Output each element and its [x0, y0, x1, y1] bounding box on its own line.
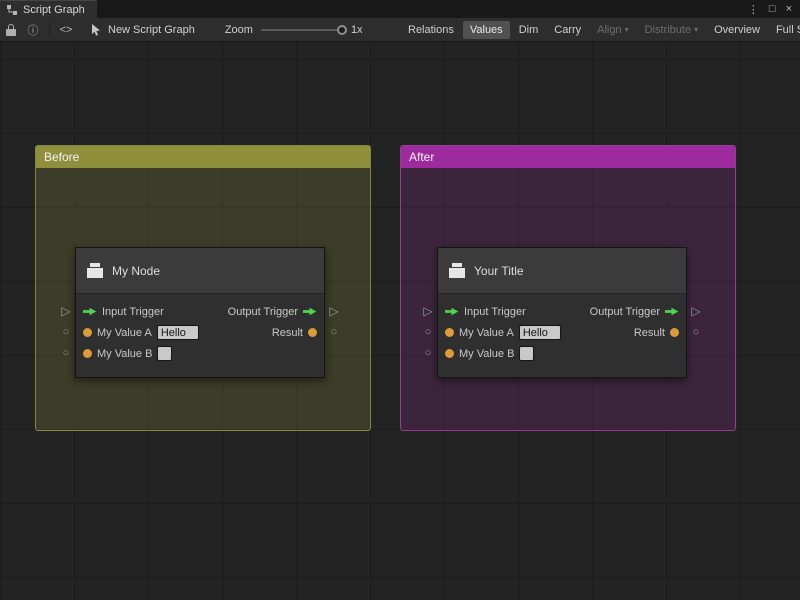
- flow-port-marker[interactable]: ▷: [689, 303, 703, 319]
- value-port-icon[interactable]: [445, 349, 454, 358]
- script-graph-tab-icon: [6, 4, 18, 16]
- relations-button[interactable]: Relations: [401, 21, 461, 39]
- distribute-button[interactable]: Distribute▾: [638, 21, 705, 39]
- tab-script-graph[interactable]: Script Graph: [0, 0, 97, 18]
- flow-port-marker[interactable]: ▷: [59, 303, 73, 319]
- port-row-value-a: My Value A Result: [438, 322, 686, 343]
- align-label: Align: [597, 24, 621, 36]
- value-a-input[interactable]: [157, 325, 199, 340]
- toolbar-separator: [49, 23, 50, 37]
- zoom-value: 1x: [351, 24, 363, 36]
- value-port-marker[interactable]: ○: [327, 324, 341, 340]
- toolbar-buttons: Relations Values Dim Carry Align ▾ Distri…: [400, 18, 800, 41]
- code-icon[interactable]: <>: [55, 18, 77, 41]
- value-port-marker[interactable]: ○: [689, 324, 703, 340]
- align-button[interactable]: Align ▾: [590, 21, 635, 39]
- window-controls: ⋮ □ ×: [740, 0, 800, 18]
- graph-canvas[interactable]: Before After My Node Input Trigger Outpu…: [0, 42, 800, 600]
- node-body: Input Trigger Output Trigger My Value A …: [438, 294, 686, 377]
- value-b-input[interactable]: [519, 346, 534, 361]
- flow-input-icon[interactable]: [445, 307, 459, 316]
- chevron-down-icon: ▾: [625, 25, 629, 34]
- node-your-title[interactable]: Your Title Input Trigger Output Trigger …: [437, 247, 687, 378]
- carry-button[interactable]: Carry: [547, 21, 588, 39]
- overview-button[interactable]: Overview: [707, 21, 767, 39]
- lock-icon[interactable]: [0, 18, 22, 41]
- node-title: Your Title: [474, 264, 524, 278]
- distribute-label: Distribute: [645, 24, 691, 36]
- port-row-value-a: My Value A Result: [76, 322, 324, 343]
- port-label-value-b: My Value B: [459, 348, 514, 360]
- port-label-input-trigger: Input Trigger: [464, 306, 526, 318]
- port-row-triggers: Input Trigger Output Trigger: [438, 301, 686, 322]
- node-body: Input Trigger Output Trigger My Value A …: [76, 294, 324, 377]
- value-port-icon[interactable]: [445, 328, 454, 337]
- lock-glyph: [6, 24, 16, 36]
- unit-icon: [449, 263, 465, 278]
- flow-port-marker[interactable]: ▷: [327, 303, 341, 319]
- titlebar: Script Graph ⋮ □ ×: [0, 0, 800, 18]
- group-before-header[interactable]: Before: [36, 146, 370, 168]
- node-header[interactable]: My Node: [76, 248, 324, 294]
- value-port-icon[interactable]: [670, 328, 679, 337]
- port-label-output-trigger: Output Trigger: [590, 306, 660, 318]
- flow-input-icon[interactable]: [83, 307, 97, 316]
- flow-port-marker[interactable]: ▷: [421, 303, 435, 319]
- port-row-triggers: Input Trigger Output Trigger: [76, 301, 324, 322]
- graph-cursor-icon: [91, 24, 103, 36]
- port-row-value-b: My Value B: [438, 343, 686, 364]
- value-port-marker[interactable]: ○: [421, 324, 435, 340]
- group-after-header[interactable]: After: [401, 146, 735, 168]
- chevron-down-icon: ▾: [694, 25, 698, 34]
- graph-name[interactable]: New Script Graph: [91, 24, 195, 36]
- port-label-value-a: My Value A: [459, 327, 514, 339]
- zoom-control: Zoom 1x: [225, 24, 363, 36]
- port-row-value-b: My Value B: [76, 343, 324, 364]
- full-screen-button[interactable]: Full Screen: [769, 21, 800, 39]
- port-label-result: Result: [272, 327, 303, 339]
- values-button[interactable]: Values: [463, 21, 510, 39]
- zoom-slider[interactable]: [261, 29, 343, 31]
- flow-output-icon[interactable]: [303, 307, 317, 316]
- graph-name-label: New Script Graph: [108, 24, 195, 36]
- value-port-marker[interactable]: ○: [421, 345, 435, 361]
- port-label-input-trigger: Input Trigger: [102, 306, 164, 318]
- value-port-icon[interactable]: [83, 349, 92, 358]
- port-label-output-trigger: Output Trigger: [228, 306, 298, 318]
- maximize-icon[interactable]: □: [769, 3, 776, 15]
- flow-output-icon[interactable]: [665, 307, 679, 316]
- node-my-node[interactable]: My Node Input Trigger Output Trigger My …: [75, 247, 325, 378]
- port-label-value-a: My Value A: [97, 327, 152, 339]
- close-icon[interactable]: ×: [786, 3, 792, 15]
- value-port-icon[interactable]: [308, 328, 317, 337]
- value-a-input[interactable]: [519, 325, 561, 340]
- tab-label: Script Graph: [23, 4, 85, 16]
- port-label-result: Result: [634, 327, 665, 339]
- value-port-icon[interactable]: [83, 328, 92, 337]
- zoom-label: Zoom: [225, 24, 253, 36]
- unit-icon: [87, 263, 103, 278]
- window-menu-icon[interactable]: ⋮: [748, 3, 759, 16]
- node-header[interactable]: Your Title: [438, 248, 686, 294]
- value-port-marker[interactable]: ○: [59, 324, 73, 340]
- value-port-marker[interactable]: ○: [59, 345, 73, 361]
- dim-button[interactable]: Dim: [512, 21, 546, 39]
- info-icon[interactable]: ⓘ: [22, 18, 44, 41]
- port-label-value-b: My Value B: [97, 348, 152, 360]
- value-b-input[interactable]: [157, 346, 172, 361]
- zoom-slider-knob[interactable]: [337, 25, 347, 35]
- toolbar: ⓘ <> New Script Graph Zoom 1x Relations …: [0, 18, 800, 42]
- node-title: My Node: [112, 264, 160, 278]
